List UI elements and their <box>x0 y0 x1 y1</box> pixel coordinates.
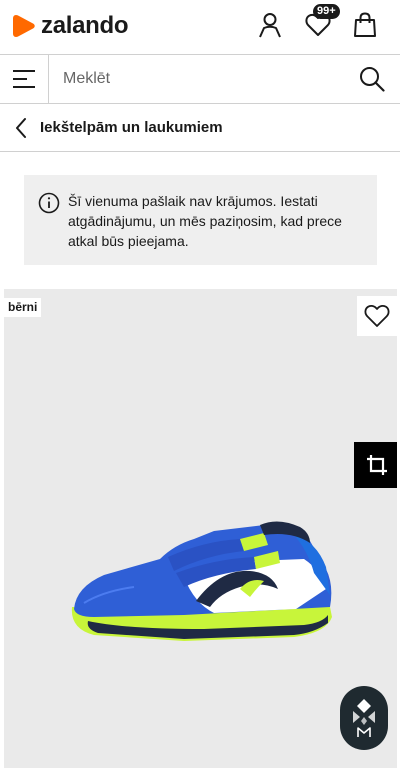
wishlist-count-badge: 99+ <box>313 4 340 19</box>
logo-text: zalando <box>41 12 129 39</box>
search-input[interactable] <box>49 55 344 103</box>
heart-outline-icon <box>364 304 390 327</box>
kids-tag: bērni <box>4 298 42 317</box>
assistant-icon <box>353 699 375 737</box>
shopping-bag-icon <box>354 12 376 37</box>
out-of-stock-notice: Šī vienuma pašlaik nav krājumos. Iestati… <box>24 175 377 265</box>
back-button[interactable] <box>2 117 40 139</box>
cart-button[interactable] <box>350 10 380 40</box>
assistant-button[interactable] <box>340 686 388 750</box>
hamburger-menu-icon <box>13 70 35 88</box>
top-header: zalando 99+ <box>0 0 400 54</box>
breadcrumb: Iekštelpām un laukumiem <box>0 104 400 152</box>
breadcrumb-category-link[interactable]: Iekštelpām un laukumiem <box>40 119 223 136</box>
crop-icon <box>367 455 387 475</box>
search-icon <box>360 67 385 92</box>
zalando-logo[interactable]: zalando <box>12 12 129 40</box>
image-crop-search-button[interactable] <box>354 442 397 488</box>
info-icon <box>38 192 60 214</box>
product-image-gallery[interactable]: bērni <box>4 289 397 768</box>
product-shoe-image <box>71 521 332 641</box>
chevron-left-icon <box>16 117 26 138</box>
add-to-wishlist-button[interactable] <box>357 296 397 336</box>
account-button[interactable] <box>255 10 285 40</box>
zalando-logo-icon <box>13 15 35 37</box>
search-button[interactable] <box>344 55 400 103</box>
user-icon <box>259 13 281 38</box>
menu-button[interactable] <box>0 55 49 103</box>
notice-text: Šī vienuma pašlaik nav krājumos. Iestati… <box>68 193 342 249</box>
search-bar <box>0 54 400 104</box>
